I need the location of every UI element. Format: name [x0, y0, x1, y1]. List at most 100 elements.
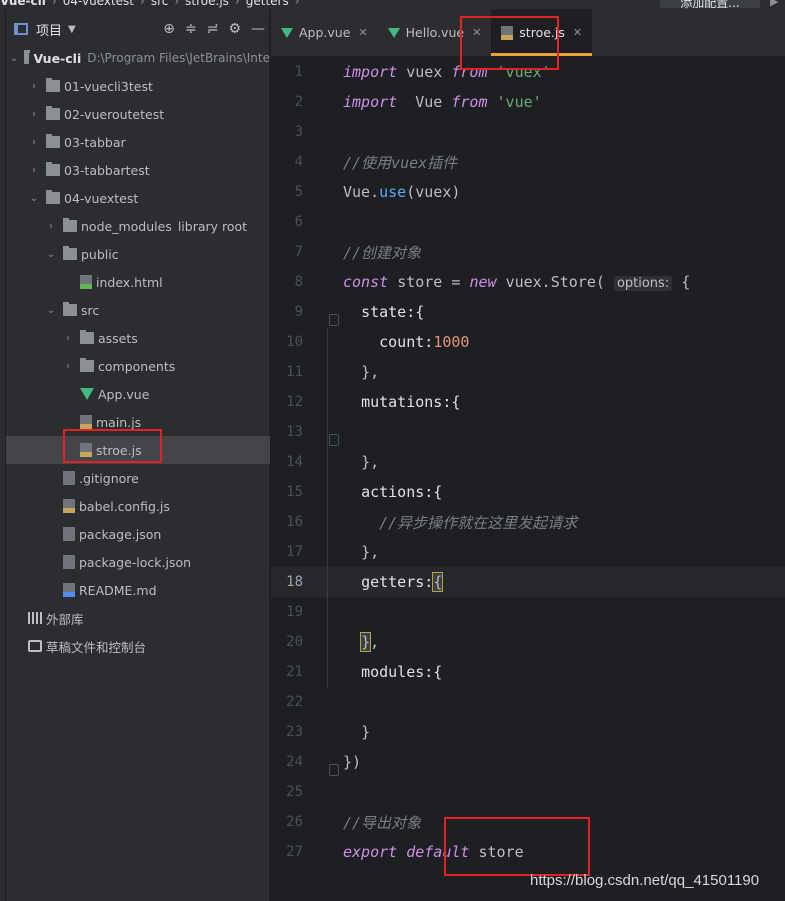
tree-item-src[interactable]: ⌄ src: [6, 296, 270, 324]
code-line[interactable]: 20 },: [271, 627, 785, 657]
code-line[interactable]: 14 },: [271, 447, 785, 477]
tree-item-label: main.js: [96, 414, 142, 430]
code-line[interactable]: 2 import Vue from 'vue': [271, 87, 785, 117]
breadcrumb-item[interactable]: 04-vuextest: [63, 0, 134, 8]
code-line[interactable]: 6: [271, 207, 785, 237]
expand-all-icon[interactable]: ≓: [207, 21, 219, 37]
line-text: getters:{: [361, 572, 444, 592]
chevron-right-icon[interactable]: ›: [28, 137, 40, 148]
collapse-all-icon[interactable]: ≑: [185, 21, 197, 37]
tree-item-gitignore[interactable]: .gitignore: [6, 464, 270, 492]
code-line[interactable]: 21 modules:{: [271, 657, 785, 687]
code-line[interactable]: 3: [271, 117, 785, 147]
fold-marker-icon[interactable]: [329, 764, 339, 776]
chevron-right-icon[interactable]: ›: [28, 165, 40, 176]
locate-icon[interactable]: ⊕: [163, 21, 175, 37]
code-line[interactable]: 16 //异步操作就在这里发起请求: [271, 507, 785, 537]
tree-item-04-vuextest[interactable]: ⌄ 04-vuextest: [6, 184, 270, 212]
code-line[interactable]: 17 },: [271, 537, 785, 567]
code-line[interactable]: 24 }): [271, 747, 785, 777]
run-icon[interactable]: ▶: [770, 0, 778, 8]
code-line[interactable]: 15 actions:{: [271, 477, 785, 507]
line-number: 25: [286, 784, 303, 800]
tree-item-package-json[interactable]: package.json: [6, 520, 270, 548]
code-line[interactable]: 23 }: [271, 717, 785, 747]
code-line[interactable]: 12 mutations:{: [271, 387, 785, 417]
chevron-right-icon[interactable]: ›: [45, 221, 57, 232]
breadcrumb-item[interactable]: stroe.js: [185, 0, 229, 8]
tree-item-external-libraries[interactable]: 外部库: [6, 604, 270, 632]
chevron-right-icon[interactable]: ›: [28, 109, 40, 120]
tree-item-assets[interactable]: › assets: [6, 324, 270, 352]
close-icon[interactable]: ✕: [358, 26, 367, 39]
tree-item-components[interactable]: › components: [6, 352, 270, 380]
chevron-down-icon[interactable]: ⌄: [10, 53, 18, 64]
tab-label: App.vue: [299, 25, 351, 40]
chevron-right-icon[interactable]: ›: [28, 81, 40, 92]
breadcrumb-item[interactable]: Vue-cli: [0, 0, 46, 8]
tree-item-02-vueroutetest[interactable]: › 02-vueroutetest: [6, 100, 270, 128]
parameter-hint: options:: [613, 276, 673, 291]
code-line[interactable]: 7 //创建对象: [271, 237, 785, 267]
code-editor[interactable]: 1 import vuex from 'vuex' 2 import Vue f…: [271, 57, 785, 867]
tree-item-public[interactable]: ⌄ public: [6, 240, 270, 268]
tree-item-index-html[interactable]: index.html: [6, 268, 270, 296]
code-line[interactable]: 4 //使用vuex插件: [271, 147, 785, 177]
code-line[interactable]: 5 Vue.use(vuex): [271, 177, 785, 207]
line-number: 12: [286, 394, 303, 410]
console-icon: [28, 640, 42, 652]
line-number: 23: [286, 724, 303, 740]
gear-icon[interactable]: ⚙: [228, 21, 241, 37]
chevron-right-icon[interactable]: ›: [62, 333, 74, 344]
line-text: modules:{: [361, 663, 443, 681]
js-file-icon: [80, 415, 92, 429]
tree-item-app-vue[interactable]: App.vue: [6, 380, 270, 408]
chevron-down-icon[interactable]: ⌄: [45, 249, 57, 260]
add-configuration-button[interactable]: 添加配置...: [660, 0, 760, 9]
code-line[interactable]: 9 state:{: [271, 297, 785, 327]
tree-item-01-vuecli3test[interactable]: › 01-vuecli3test: [6, 72, 270, 100]
tree-root-path: D:\Program Files\JetBrains\Inte: [87, 51, 270, 65]
fold-marker-icon[interactable]: [329, 314, 339, 326]
tree-item-label: node_modules: [81, 218, 172, 234]
tree-item-label: babel.config.js: [79, 498, 170, 514]
close-icon[interactable]: ✕: [573, 26, 582, 39]
code-line[interactable]: 13: [271, 417, 785, 447]
chevron-down-icon[interactable]: ⌄: [28, 193, 40, 204]
line-number: 15: [286, 484, 303, 500]
hide-icon[interactable]: —: [251, 21, 265, 37]
fold-marker-icon[interactable]: [329, 434, 339, 446]
tree-item-scratches[interactable]: 草稿文件和控制台: [6, 632, 270, 660]
code-line[interactable]: 8 const store = new vuex.Store( options:…: [271, 267, 785, 297]
tree-item-package-lock-json[interactable]: package-lock.json: [6, 548, 270, 576]
code-line-current[interactable]: 18 getters:{: [271, 567, 785, 597]
code-line[interactable]: 10 count:1000: [271, 327, 785, 357]
folder-icon: [46, 190, 60, 204]
code-line[interactable]: 11 },: [271, 357, 785, 387]
folder-icon: [24, 50, 31, 64]
html-file-icon: [80, 275, 92, 289]
code-line[interactable]: 19: [271, 597, 785, 627]
tree-item-node-modules[interactable]: › node_modules library root: [6, 212, 270, 240]
code-line[interactable]: 22: [271, 687, 785, 717]
chevron-right-icon[interactable]: ›: [62, 361, 74, 372]
folder-icon: [46, 106, 60, 120]
folder-icon: [63, 246, 77, 260]
breadcrumb-item[interactable]: getters: [246, 0, 289, 8]
tree-item-babel-config[interactable]: babel.config.js: [6, 492, 270, 520]
tree-item-03-tabbar[interactable]: › 03-tabbar: [6, 128, 270, 156]
tree-item-03-tabbartest[interactable]: › 03-tabbartest: [6, 156, 270, 184]
library-root-label: library root: [177, 218, 248, 234]
tree-item-readme[interactable]: README.md: [6, 576, 270, 604]
chevron-down-icon[interactable]: ▼: [68, 24, 76, 35]
line-text: },: [361, 363, 380, 381]
line-text: actions:{: [361, 483, 443, 501]
tree-root[interactable]: ⌄ Vue-cli D:\Program Files\JetBrains\Int…: [6, 44, 270, 72]
tab-app-vue[interactable]: App.vue ✕: [271, 9, 378, 56]
breadcrumb-item[interactable]: src: [151, 0, 169, 8]
chevron-down-icon[interactable]: ⌄: [45, 305, 57, 316]
code-line[interactable]: 25: [271, 777, 785, 807]
tree-item-label: README.md: [79, 582, 157, 598]
project-panel-title[interactable]: 项目: [36, 20, 62, 39]
json-file-icon: [63, 555, 75, 569]
